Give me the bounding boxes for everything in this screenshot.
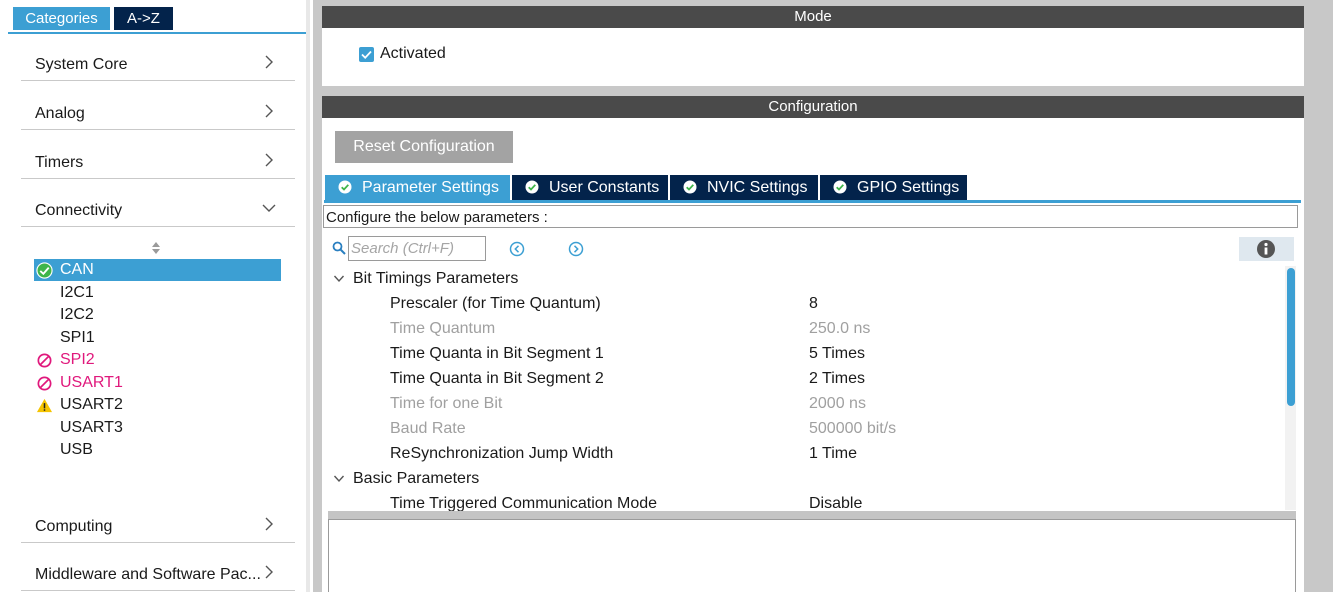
param-name[interactable]: Time Quanta in Bit Segment 1 [390, 341, 604, 366]
tree-item-label: SPI2 [60, 351, 95, 368]
check-circle-icon [683, 180, 697, 194]
category-label: Analog [35, 105, 85, 122]
peripheral-tree-pane: Categories A->Z System Core Analog Timer… [0, 0, 310, 592]
right-border [1305, 0, 1314, 592]
activated-label: Activated [380, 45, 446, 62]
category-label: Timers [35, 154, 84, 171]
tab-user-constants[interactable]: User Constants [512, 175, 668, 200]
param-name: Time Quantum [390, 320, 496, 337]
check-circle-icon [833, 180, 847, 194]
search-icon [332, 241, 346, 255]
chevron-right-icon [265, 55, 273, 69]
param-value[interactable]: 2 Times [809, 366, 865, 391]
category-label: System Core [35, 56, 128, 73]
tab-underline [324, 200, 1301, 203]
category-analog[interactable]: Analog [21, 81, 295, 130]
category-system-core[interactable]: System Core [21, 32, 295, 81]
chevron-down-icon [333, 275, 345, 283]
chevron-down-icon [262, 204, 276, 212]
checkmark-icon [361, 50, 372, 59]
param-value: 250.0 ns [809, 320, 871, 337]
parameter-scrollbar-thumb[interactable] [1287, 268, 1295, 406]
category-computing[interactable]: Computing [21, 494, 295, 543]
mode-panel [322, 28, 1304, 86]
tree-item-label: USART3 [60, 419, 123, 436]
previous-match-icon[interactable] [509, 241, 525, 257]
mode-header: Mode [322, 6, 1304, 28]
reset-configuration-button[interactable]: Reset Configuration [335, 131, 513, 163]
left-pane-scrollbar[interactable] [306, 0, 310, 592]
tree-item-label: SPI1 [60, 329, 95, 346]
tab-label: User Constants [549, 179, 660, 196]
chevron-right-icon [265, 517, 273, 531]
category-middleware[interactable]: Middleware and Software Pac... [21, 542, 295, 591]
info-icon [1257, 240, 1275, 258]
param-name[interactable]: Prescaler (for Time Quantum) [390, 291, 601, 316]
check-circle-icon [525, 180, 539, 194]
group-label: Bit Timings Parameters [353, 270, 519, 287]
tree-item-can[interactable]: CAN [34, 259, 281, 281]
search-input[interactable] [348, 236, 486, 261]
param-value: 500000 bit/s [809, 420, 897, 437]
sort-icon[interactable] [150, 240, 162, 256]
warning-icon [36, 398, 53, 413]
chevron-right-icon [265, 153, 273, 167]
configure-instructions: Configure the below parameters : [323, 205, 1298, 228]
tree-item-label: USB [60, 441, 93, 458]
tab-gpio-settings[interactable]: GPIO Settings [820, 175, 967, 200]
tree-item-label: USART2 [60, 396, 123, 413]
blocked-icon [37, 353, 52, 368]
param-value[interactable]: 1 Time [809, 441, 857, 466]
param-name[interactable]: ReSynchronization Jump Width [390, 441, 613, 466]
info-button[interactable] [1239, 237, 1294, 261]
tree-item-label: USART1 [60, 374, 123, 391]
tree-item-label: I2C2 [60, 306, 94, 323]
param-name: Baud Rate [390, 420, 466, 437]
tab-label: Parameter Settings [362, 179, 499, 196]
description-panel [328, 519, 1296, 592]
next-match-icon[interactable] [568, 241, 584, 257]
check-circle-icon [36, 262, 53, 279]
param-value[interactable]: 8 [809, 291, 818, 316]
activated-checkbox[interactable] [359, 47, 374, 62]
tab-label: GPIO Settings [857, 179, 960, 196]
category-timers[interactable]: Timers [21, 130, 295, 179]
category-label: Computing [35, 518, 113, 535]
param-value: 2000 ns [809, 395, 866, 412]
category-label: Middleware and Software Pac... [35, 566, 261, 583]
param-name: Time for one Bit [390, 395, 503, 412]
group-label: Basic Parameters [353, 470, 480, 487]
chevron-down-icon [333, 475, 345, 483]
configuration-header: Configuration [322, 96, 1304, 118]
category-connectivity[interactable]: Connectivity [21, 178, 295, 227]
tab-categories[interactable]: Categories [13, 7, 110, 30]
param-name[interactable]: Time Quanta in Bit Segment 2 [390, 366, 604, 391]
tab-a-z[interactable]: A->Z [114, 7, 173, 30]
blocked-icon [37, 376, 52, 391]
panel-splitter[interactable] [328, 511, 1296, 519]
tab-parameter-settings[interactable]: Parameter Settings [325, 175, 510, 200]
chevron-right-icon [265, 104, 273, 118]
tree-item-label: CAN [60, 261, 94, 278]
tree-item-label: I2C1 [60, 284, 94, 301]
check-circle-icon [338, 180, 352, 194]
tab-nvic-settings[interactable]: NVIC Settings [670, 175, 818, 200]
chevron-right-icon [265, 565, 273, 579]
tab-label: NVIC Settings [707, 179, 808, 196]
param-value[interactable]: 5 Times [809, 341, 865, 366]
category-label: Connectivity [35, 202, 123, 219]
